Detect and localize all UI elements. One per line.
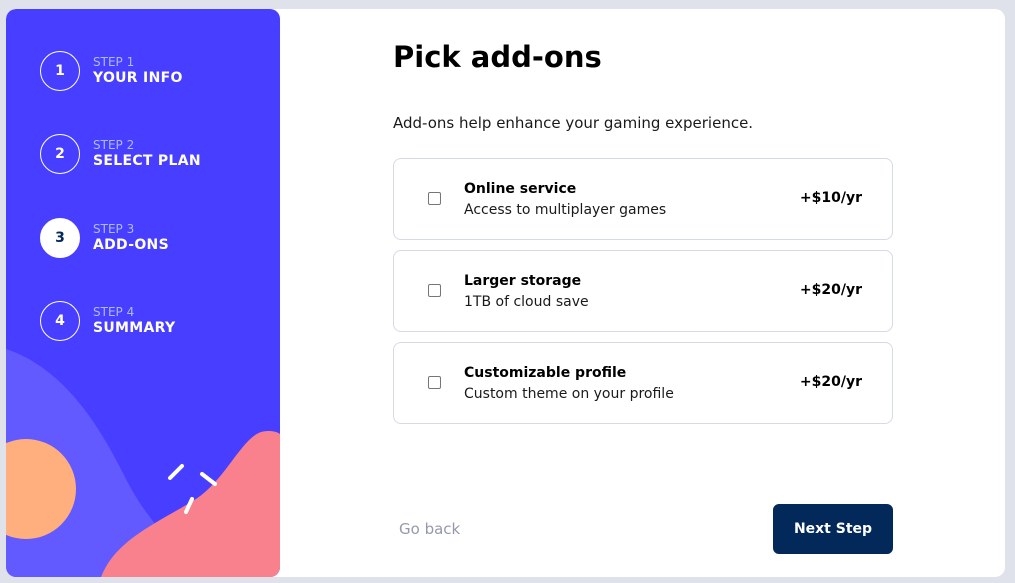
go-back-link[interactable]: Go back	[399, 520, 460, 538]
step-number: 4	[40, 301, 80, 341]
form-card: 1 STEP 1 YOUR INFO 2 STEP 2 SELECT PLAN …	[6, 9, 1005, 577]
page-subtitle: Add-ons help enhance your gaming experie…	[393, 114, 754, 132]
step-number: 3	[40, 218, 80, 258]
addon-price: +$20/yr	[799, 282, 862, 298]
step-4[interactable]: 4 STEP 4 SUMMARY	[40, 300, 175, 342]
step-1[interactable]: 1 STEP 1 YOUR INFO	[40, 50, 183, 92]
addon-description: 1TB of cloud save	[464, 294, 589, 310]
addon-description: Custom theme on your profile	[464, 386, 674, 402]
next-step-button[interactable]: Next Step	[773, 504, 893, 554]
addon-checkbox[interactable]	[428, 376, 441, 389]
step-title: SUMMARY	[93, 320, 176, 336]
step-title: SELECT PLAN	[93, 153, 201, 169]
step-title: ADD-ONS	[93, 237, 169, 253]
step-title: YOUR INFO	[93, 70, 183, 86]
addon-customizable-profile[interactable]: Customizable profile Custom theme on you…	[393, 342, 893, 424]
addon-name: Larger storage	[464, 273, 582, 289]
addon-name: Online service	[464, 181, 577, 197]
step-label: STEP 2	[93, 138, 135, 152]
step-number: 1	[40, 51, 80, 91]
sidebar-decoration	[6, 349, 280, 577]
addon-price: +$20/yr	[799, 374, 862, 390]
step-label: STEP 1	[93, 55, 135, 69]
sidebar: 1 STEP 1 YOUR INFO 2 STEP 2 SELECT PLAN …	[6, 9, 280, 577]
step-3[interactable]: 3 STEP 3 ADD-ONS	[40, 217, 169, 259]
step-label: STEP 3	[93, 222, 135, 236]
addon-checkbox[interactable]	[428, 192, 441, 205]
addon-checkbox[interactable]	[428, 284, 441, 297]
addon-name: Customizable profile	[464, 365, 627, 381]
addon-online-service[interactable]: Online service Access to multiplayer gam…	[393, 158, 893, 240]
step-label: STEP 4	[93, 305, 135, 319]
addon-larger-storage[interactable]: Larger storage 1TB of cloud save +$20/yr	[393, 250, 893, 332]
addon-price: +$10/yr	[799, 190, 862, 206]
step-number: 2	[40, 134, 80, 174]
step-2[interactable]: 2 STEP 2 SELECT PLAN	[40, 133, 201, 175]
page-title: Pick add-ons	[393, 40, 602, 74]
addon-description: Access to multiplayer games	[464, 202, 667, 218]
main-content: Pick add-ons Add-ons help enhance your g…	[393, 9, 893, 577]
